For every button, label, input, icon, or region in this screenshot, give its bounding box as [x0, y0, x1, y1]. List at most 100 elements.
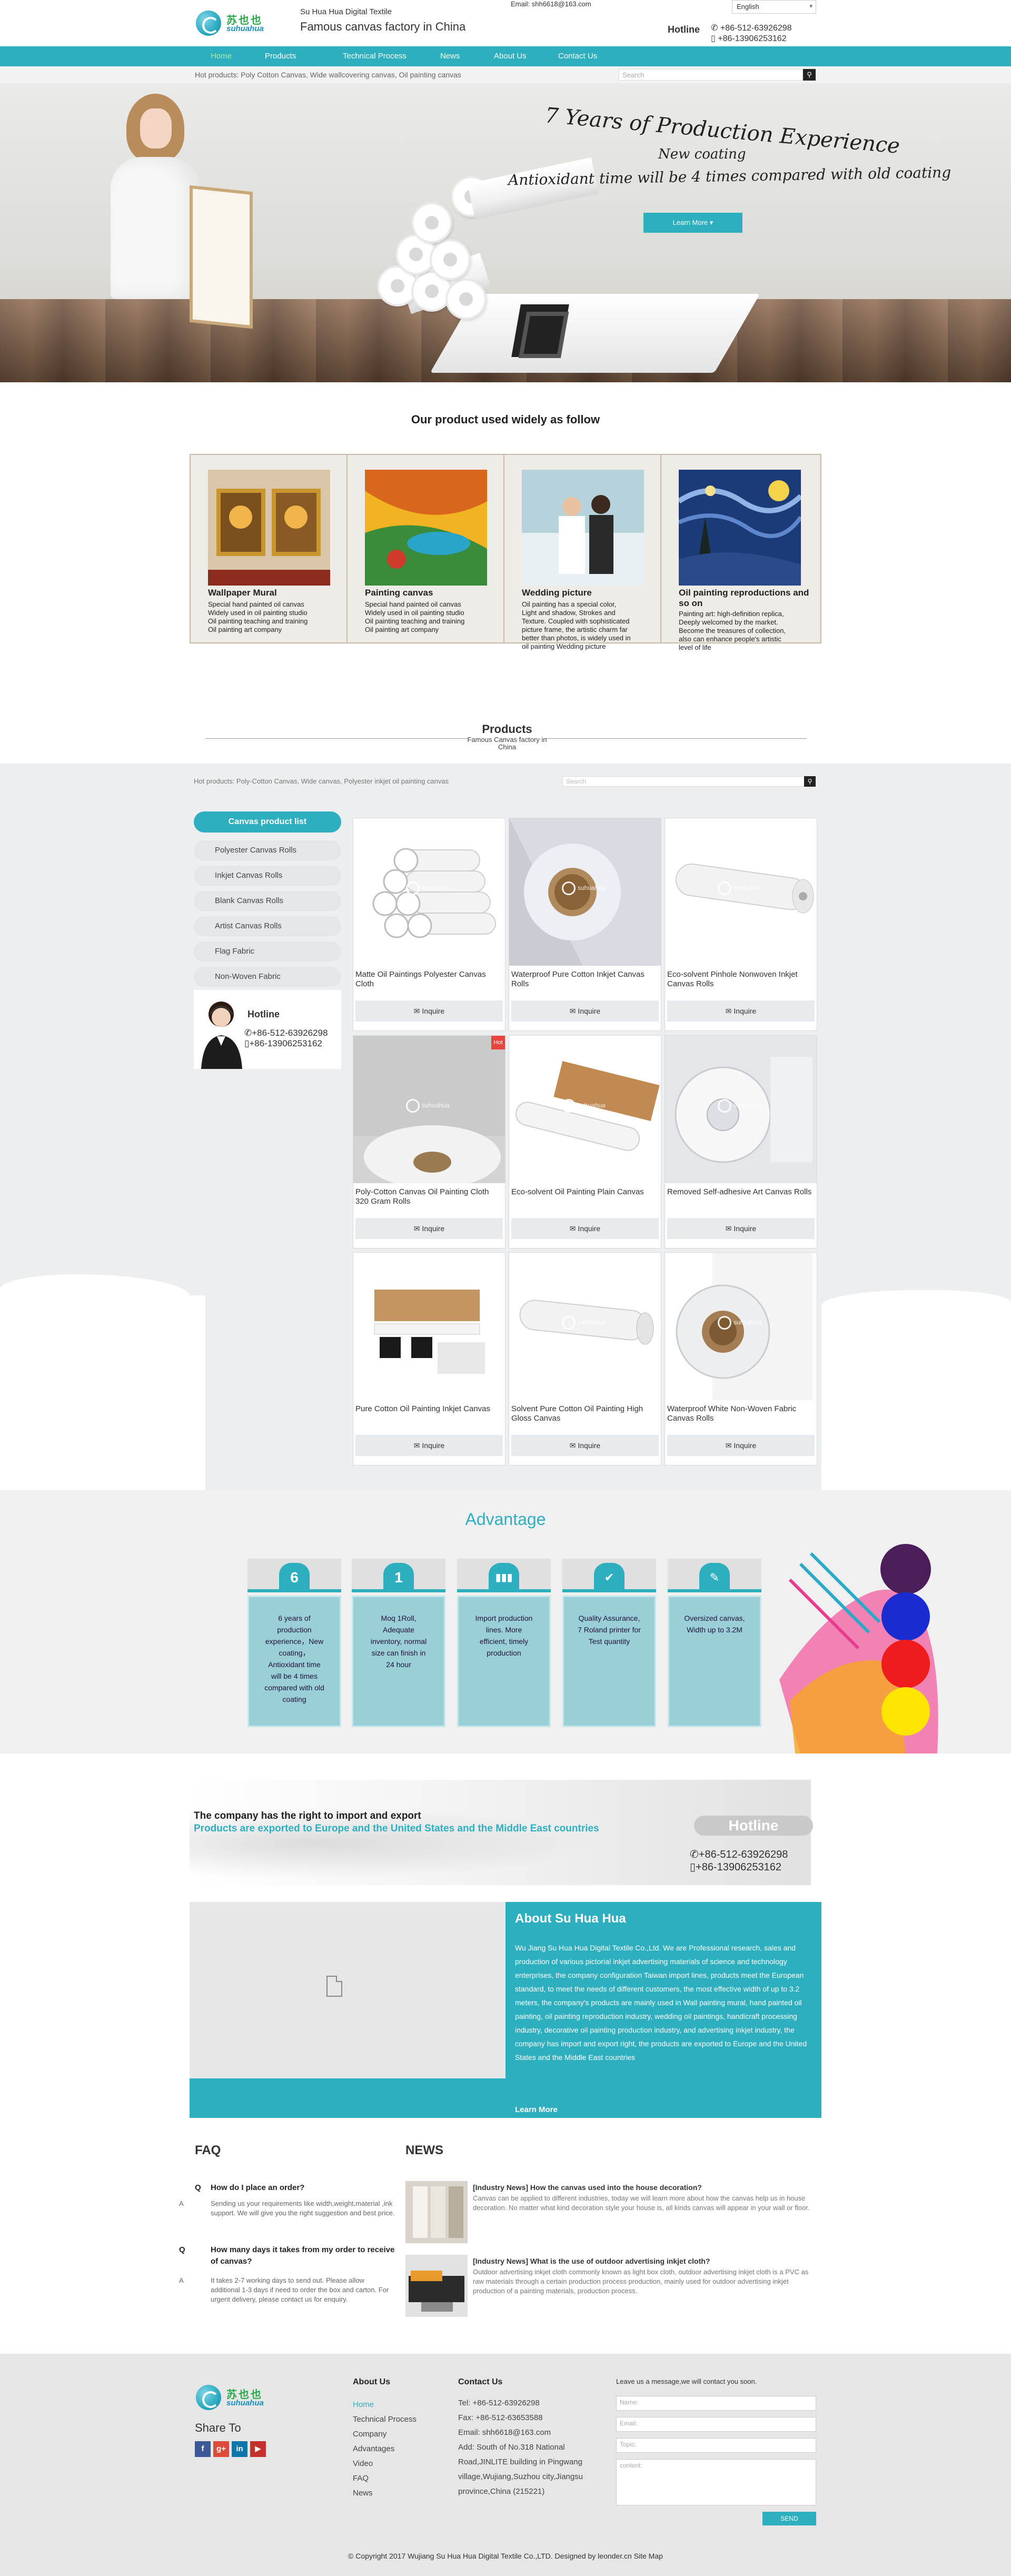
footer-link-technical-process[interactable]: Technical Process: [353, 2415, 417, 2424]
mail-icon: ✉: [413, 1007, 420, 1015]
footer-fax: Fax: +86-512-63653588: [458, 2413, 543, 2422]
logo[interactable]: 苏也也 suhuahua: [196, 8, 280, 38]
facebook-icon[interactable]: f: [195, 2441, 211, 2457]
language-select[interactable]: English: [732, 0, 816, 14]
main-nav: Home Products Technical Process News Abo…: [0, 46, 1011, 66]
google-plus-icon[interactable]: g+: [213, 2441, 229, 2457]
inquire-button[interactable]: ✉ Inquire: [667, 1000, 815, 1022]
sidebar-item-artist[interactable]: Artist Canvas Rolls: [194, 916, 341, 936]
usage-card[interactable]: Wedding picture Oil painting has a speci…: [504, 455, 661, 650]
usage-card[interactable]: Wallpaper Mural Special hand painted oil…: [191, 455, 348, 642]
footer-link-video[interactable]: Video: [353, 2459, 373, 2468]
youtube-icon[interactable]: ▶: [250, 2441, 266, 2457]
nav-technical-process[interactable]: Technical Process: [343, 46, 407, 66]
inquire-button[interactable]: ✉ Inquire: [511, 1435, 659, 1456]
footer-link-faq[interactable]: FAQ: [353, 2474, 369, 2483]
news-item-title[interactable]: [Industry News] What is the use of outdo…: [473, 2257, 815, 2265]
header-hotline-numbers: ✆ +86-512-63926298 ▯ +86-13906253162: [711, 23, 792, 44]
watermark: suhuahua: [718, 1316, 761, 1330]
search-icon[interactable]: ⚲: [804, 776, 816, 787]
inquire-button[interactable]: ✉ Inquire: [667, 1218, 815, 1239]
product-card[interactable]: suhuahua Eco-solvent Pinhole Nonwoven In…: [665, 818, 817, 1031]
news-item-text: Canvas can be applied to different indus…: [473, 2194, 810, 2212]
sidebar-item-blank[interactable]: Blank Canvas Rolls: [194, 891, 341, 911]
nav-home[interactable]: Home: [211, 46, 232, 66]
footer-link-news[interactable]: News: [353, 2489, 373, 2498]
phone-2: +86-13906253162: [718, 34, 787, 43]
header-email[interactable]: Email: shh6618@163.com: [511, 0, 591, 8]
name-field[interactable]: Name:: [616, 2396, 816, 2411]
faq-answer-text: Sending us your requirements like width,…: [211, 2199, 395, 2217]
sidebar-item-inkjet[interactable]: Inkjet Canvas Rolls: [194, 866, 341, 886]
product-title[interactable]: Pure Cotton Oil Painting Inkjet Canvas: [355, 1404, 503, 1414]
product-card[interactable]: suhuahua Waterproof White Non-Woven Fabr…: [665, 1252, 817, 1465]
sidebar-item-flag[interactable]: Flag Fabric: [194, 942, 341, 962]
product-card[interactable]: Hot suhuahua Poly-Cotton Canvas Oil Pain…: [353, 1035, 506, 1249]
about-learn-more-link[interactable]: Learn More: [515, 2105, 558, 2114]
logo-english-text: suhuahua: [226, 24, 264, 33]
product-title[interactable]: Eco-solvent Oil Painting Plain Canvas: [511, 1187, 659, 1197]
inquire-button[interactable]: ✉ Inquire: [511, 1218, 659, 1239]
product-card[interactable]: suhuahua Eco-solvent Oil Painting Plain …: [509, 1035, 661, 1249]
footer-link-advantages[interactable]: Advantages: [353, 2444, 394, 2453]
usage-card[interactable]: Painting canvas Special hand painted oil…: [348, 455, 504, 642]
send-button[interactable]: SEND: [762, 2512, 816, 2525]
product-card[interactable]: suhuahua Solvent Pure Cotton Oil Paintin…: [509, 1252, 661, 1465]
news-thumbnail[interactable]: [405, 2181, 468, 2243]
phone-icon: ✆: [690, 1849, 699, 1860]
linkedin-icon[interactable]: in: [232, 2441, 247, 2457]
footer-logo[interactable]: 苏也也 suhuahua: [196, 2383, 280, 2412]
inquire-label: Inquire: [422, 1441, 445, 1450]
inquire-button[interactable]: ✉ Inquire: [511, 1000, 659, 1022]
advantage-text: 6 years of production experience，New coa…: [264, 1614, 324, 1703]
product-card[interactable]: suhuahua Removed Self-adhesive Art Canva…: [665, 1035, 817, 1249]
inquire-button[interactable]: ✉ Inquire: [355, 1000, 503, 1022]
usage-title: Wedding picture: [522, 588, 592, 598]
footer-email[interactable]: Email: shh6618@163.com: [458, 2425, 611, 2440]
nav-products[interactable]: Products: [265, 46, 296, 66]
nav-about-us[interactable]: About Us: [494, 46, 527, 66]
product-title[interactable]: Waterproof Pure Cotton Inkjet Canvas Rol…: [511, 970, 659, 989]
footer-link-home[interactable]: Home: [353, 2400, 374, 2409]
email-field[interactable]: Email:: [616, 2417, 816, 2432]
inquire-button[interactable]: ✉ Inquire: [667, 1435, 815, 1456]
news-item-title[interactable]: [Industry News] How the canvas used into…: [473, 2183, 815, 2192]
faq-title: FAQ: [195, 2143, 221, 2157]
products-search-input[interactable]: Search: [562, 776, 813, 787]
advantage-card: ✎ Oversized canvas, Width up to 3.2M: [668, 1559, 761, 1727]
faq-question[interactable]: Q How do I place an order?: [195, 2182, 395, 2194]
content-field[interactable]: content:: [616, 2459, 816, 2505]
topic-field[interactable]: Topic:: [616, 2438, 816, 2453]
faq-question[interactable]: Q How many days it takes from my order to…: [179, 2244, 395, 2267]
product-title[interactable]: Solvent Pure Cotton Oil Painting High Gl…: [511, 1404, 659, 1423]
phone-line-1: ✆+86-512-63926298: [244, 1028, 328, 1038]
sidebar-item-polyester[interactable]: Polyester Canvas Rolls: [194, 840, 341, 860]
inquire-button[interactable]: ✉ Inquire: [355, 1218, 503, 1239]
news-thumbnail[interactable]: [405, 2255, 468, 2317]
wedding-picture-image: [522, 470, 644, 586]
product-card[interactable]: suhuahua Waterproof Pure Cotton Inkjet C…: [509, 818, 661, 1031]
search-input[interactable]: Search: [619, 69, 803, 81]
search-icon[interactable]: ⚲: [803, 69, 816, 81]
product-title[interactable]: Poly-Cotton Canvas Oil Painting Cloth 32…: [355, 1187, 503, 1206]
sidebar-item-nonwoven[interactable]: Non-Woven Fabric: [194, 967, 341, 987]
sidebar-title[interactable]: Canvas product list: [194, 811, 341, 833]
footer-link-company[interactable]: Company: [353, 2430, 386, 2439]
advantage-text: Moq 1Roll, Adequate inventory, normal si…: [370, 1614, 427, 1669]
product-title[interactable]: Eco-solvent Pinhole Nonwoven Inkjet Canv…: [667, 970, 815, 989]
banner-learn-more-button[interactable]: Learn More ▾: [643, 213, 742, 233]
products-hot-text: Hot products: Poly-Cotton Canvas, Wide c…: [194, 777, 449, 785]
product-title[interactable]: Matte Oil Paintings Polyester Canvas Clo…: [355, 970, 503, 989]
inquire-button[interactable]: ✉ Inquire: [355, 1435, 503, 1456]
company-hotline-label: Hotline: [694, 1816, 813, 1836]
product-card[interactable]: suhuahua Matte Oil Paintings Polyester C…: [353, 818, 506, 1031]
product-title[interactable]: Waterproof White Non-Woven Fabric Canvas…: [667, 1404, 815, 1423]
painting-canvas-image: [365, 470, 487, 586]
phone-2: +86-13906253162: [249, 1038, 322, 1048]
nav-contact-us[interactable]: Contact Us: [558, 46, 597, 66]
product-title[interactable]: Removed Self-adhesive Art Canvas Rolls: [667, 1187, 815, 1197]
nav-news[interactable]: News: [440, 46, 460, 66]
usage-card[interactable]: Oil painting reproductions and so on Pai…: [661, 455, 818, 651]
product-card[interactable]: Pure Cotton Oil Painting Inkjet Canvas ✉…: [353, 1252, 506, 1465]
phone-line-1: ✆ +86-512-63926298: [711, 23, 792, 34]
